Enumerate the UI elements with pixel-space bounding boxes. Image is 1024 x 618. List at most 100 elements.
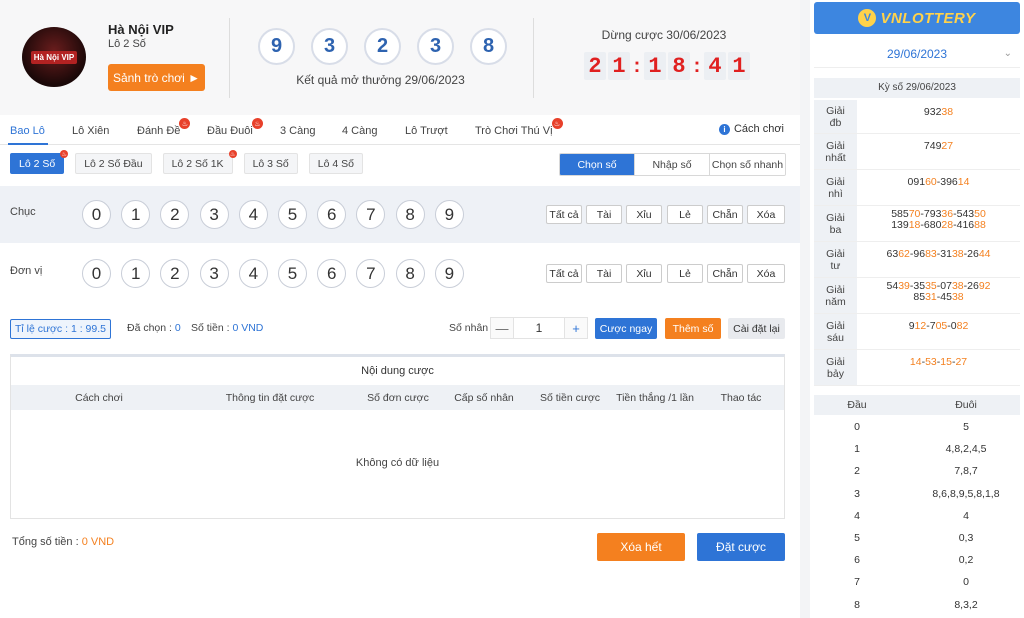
table-row: 8 8,3,2: [814, 595, 1020, 617]
number-ball[interactable]: 8: [395, 259, 425, 288]
bet-now-button[interactable]: Cược ngay: [595, 318, 657, 339]
amount-label: Số tiền :: [191, 322, 230, 334]
quick-select-button[interactable]: Lẻ: [667, 264, 703, 283]
prize-numbers: 912-705-082: [908, 320, 969, 332]
pick-row-label: Chục: [10, 206, 36, 218]
head-digit: 6: [854, 554, 860, 567]
head-digit: 8: [854, 598, 860, 611]
tab-lo-xien[interactable]: Lô Xiên: [72, 125, 109, 137]
number-ball[interactable]: 0: [82, 200, 111, 229]
subtab-lo-3-so[interactable]: Lô 3 Số: [243, 153, 298, 174]
pick-row-chuc: Chục 0 1 2 3 4 5 6 7 8 9 Tất cả Tài Xỉu Lẻ Chẵn Xóa: [0, 186, 800, 243]
odds-badge: Tỉ lệ cược : 1 : 99.5: [10, 319, 111, 339]
multiplier-stepper: — 1 +: [490, 317, 588, 339]
quick-select-button[interactable]: Chẵn: [707, 264, 743, 283]
number-ball[interactable]: 5: [278, 200, 307, 229]
prize-label: Giải bảy: [814, 350, 857, 385]
table-row: 1 4,8,2,4,5: [814, 439, 1020, 461]
tab-lo-truot[interactable]: Lô Trượt: [405, 125, 448, 137]
number-ball[interactable]: 2: [160, 200, 190, 229]
subtab-lo-2-so[interactable]: Lô 2 Số ♨: [10, 150, 69, 174]
table-header: Cách chơi Thông tin đặt cược Số đơn cược…: [11, 385, 784, 410]
tab-label: Đầu Đuôi: [207, 125, 253, 137]
column-header: Số đơn cược: [367, 392, 429, 404]
quick-select-button[interactable]: Xóa: [747, 205, 785, 224]
tab-3-cang[interactable]: 3 Càng: [280, 125, 315, 137]
quick-select-button[interactable]: Tài: [586, 205, 622, 224]
table-row: 70: [814, 572, 1020, 594]
selected-label: Đã chọn :: [127, 322, 172, 334]
number-ball[interactable]: 1: [121, 259, 151, 288]
mode-chon-so-nhanh[interactable]: Chọn số nhanh: [710, 154, 785, 175]
quick-select-button[interactable]: Xóa: [747, 264, 785, 283]
mode-chon-so[interactable]: Chọn số: [560, 154, 635, 175]
result-ball: 8: [470, 28, 507, 65]
number-ball[interactable]: 4: [238, 259, 268, 288]
number-ball[interactable]: 6: [317, 259, 347, 288]
hot-icon: ♨: [551, 118, 563, 129]
selected-amount: Số tiền : 0 VND: [191, 322, 263, 334]
plus-button[interactable]: +: [565, 318, 587, 338]
head-digit: 2: [854, 465, 860, 478]
tab-4-cang[interactable]: 4 Càng: [342, 125, 377, 137]
number-ball[interactable]: 1: [121, 200, 151, 229]
tail-digits: 8,3,2: [954, 598, 978, 611]
tab-dau-duoi[interactable]: Đầu Đuôi ♨: [207, 118, 263, 137]
number-ball[interactable]: 7: [356, 259, 386, 288]
subtabs: Lô 2 Số ♨ Lô 2 Số Đầu Lô 2 Số 1K ♨ Lô 3 Số…: [10, 150, 363, 174]
number-ball[interactable]: 9: [434, 200, 464, 229]
column-header: Đuôi: [955, 399, 977, 411]
reset-button[interactable]: Cài đặt lại: [728, 318, 785, 339]
column-header: Tiền thắng /1 lần: [616, 392, 694, 404]
subtab-lo-4-so[interactable]: Lô 4 Số: [308, 153, 363, 174]
number-ball[interactable]: 4: [238, 200, 268, 229]
logo-text: Hà Nội VIP: [30, 50, 78, 64]
timer-digit: 1: [728, 52, 750, 80]
number-ball[interactable]: 9: [434, 259, 464, 288]
number-ball[interactable]: 0: [82, 259, 111, 288]
subtab-label: Lô 2 Số: [19, 157, 56, 170]
tab-danh-de[interactable]: Đánh Đề ♨: [137, 118, 191, 137]
odds-value: 1 : 99.5: [70, 323, 106, 335]
add-number-button[interactable]: Thêm số: [665, 318, 721, 339]
lobby-button[interactable]: Sảnh trò chơi ►: [108, 64, 205, 91]
prize-row: Giải nhì 09160-39614: [814, 170, 1020, 206]
selected-value: 0: [174, 322, 181, 334]
number-ball[interactable]: 8: [395, 200, 425, 229]
number-ball[interactable]: 7: [356, 200, 386, 229]
tab-tro-choi-thu-vi[interactable]: Trò Chơi Thú Vị ♨: [475, 118, 563, 137]
quick-select-button[interactable]: Tất cả: [546, 264, 582, 283]
prize-row: Giải sáu 912-705-082: [814, 314, 1020, 350]
number-ball[interactable]: 3: [199, 200, 229, 229]
timer-digit: 2: [584, 52, 606, 80]
prize-label: Giải sáu: [814, 314, 857, 349]
tab-bao-lo[interactable]: Bao Lô: [10, 125, 45, 137]
chevron-down-icon: ⌄: [1003, 48, 1012, 59]
quick-select-button[interactable]: Tài: [586, 264, 622, 283]
timer-digit: 4: [704, 52, 726, 80]
rules-link[interactable]: i Cách chơi: [718, 123, 784, 135]
minus-button[interactable]: —: [491, 318, 513, 338]
quick-select-button[interactable]: Xỉu: [626, 264, 662, 283]
subtab-lo-2-so-1k[interactable]: Lô 2 Số 1K ♨: [162, 150, 237, 174]
number-ball[interactable]: 5: [278, 259, 307, 288]
prize-numbers: 93238: [923, 106, 954, 118]
mode-nhap-so[interactable]: Nhập số: [635, 154, 710, 175]
quick-select-button[interactable]: Tất cả: [546, 205, 582, 224]
multiplier-input[interactable]: 1: [513, 318, 565, 338]
date-select[interactable]: 29/06/2023 ⌄: [814, 40, 1020, 68]
number-ball[interactable]: 6: [317, 200, 347, 229]
number-ball[interactable]: 2: [160, 259, 190, 288]
place-bet-button[interactable]: Đặt cược: [697, 533, 785, 561]
prize-row: Giải đb 93238: [814, 100, 1020, 134]
tail-digits: 5: [963, 421, 969, 433]
result-caption: Kết quả mở thưởng 29/06/2023: [296, 73, 465, 87]
quick-select-button[interactable]: Chẵn: [707, 205, 743, 224]
subtab-lo-2-so-dau[interactable]: Lô 2 Số Đầu: [75, 153, 152, 174]
clear-all-button[interactable]: Xóa hết: [597, 533, 685, 561]
quick-select-button[interactable]: Lẻ: [667, 205, 703, 224]
quick-select-button[interactable]: Xỉu: [626, 205, 662, 224]
number-ball[interactable]: 3: [199, 259, 229, 288]
date-value: 29/06/2023: [886, 46, 948, 61]
table-title: Nội dung cược: [361, 365, 434, 377]
